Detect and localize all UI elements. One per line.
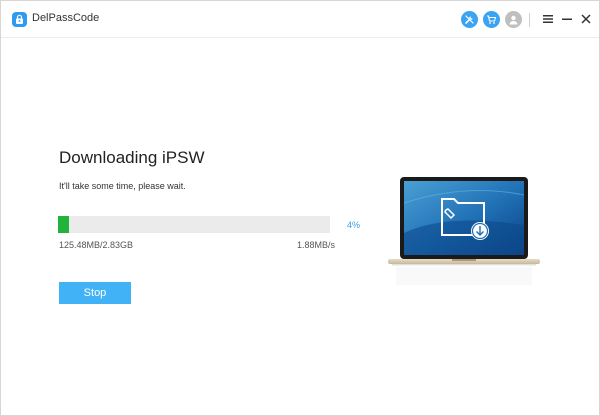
- user-icon[interactable]: [505, 11, 522, 28]
- close-icon[interactable]: [579, 12, 593, 26]
- stop-button[interactable]: Stop: [59, 282, 131, 304]
- minimize-icon[interactable]: [560, 12, 574, 26]
- title-bar: DelPassCode: [1, 1, 599, 38]
- progress-percent: 4%: [347, 220, 361, 230]
- download-speed: 1.88MB/s: [297, 240, 336, 250]
- subtitle: It'll take some time, please wait.: [59, 181, 186, 191]
- app-window: DelPassCode Downloading iPSW It'll take …: [0, 0, 600, 416]
- page-title: Downloading iPSW: [59, 148, 205, 167]
- app-title: DelPassCode: [32, 12, 100, 24]
- downloaded-size: 125.48MB/2.83GB: [59, 240, 134, 250]
- progress-fill: [58, 216, 69, 233]
- cart-icon[interactable]: [483, 11, 500, 28]
- laptop-illustration: [388, 177, 540, 285]
- menu-icon[interactable]: [541, 12, 555, 26]
- progress-bar: [58, 216, 330, 233]
- header-separator: [529, 13, 530, 27]
- app-logo-icon: [12, 12, 27, 27]
- tools-icon[interactable]: [461, 11, 478, 28]
